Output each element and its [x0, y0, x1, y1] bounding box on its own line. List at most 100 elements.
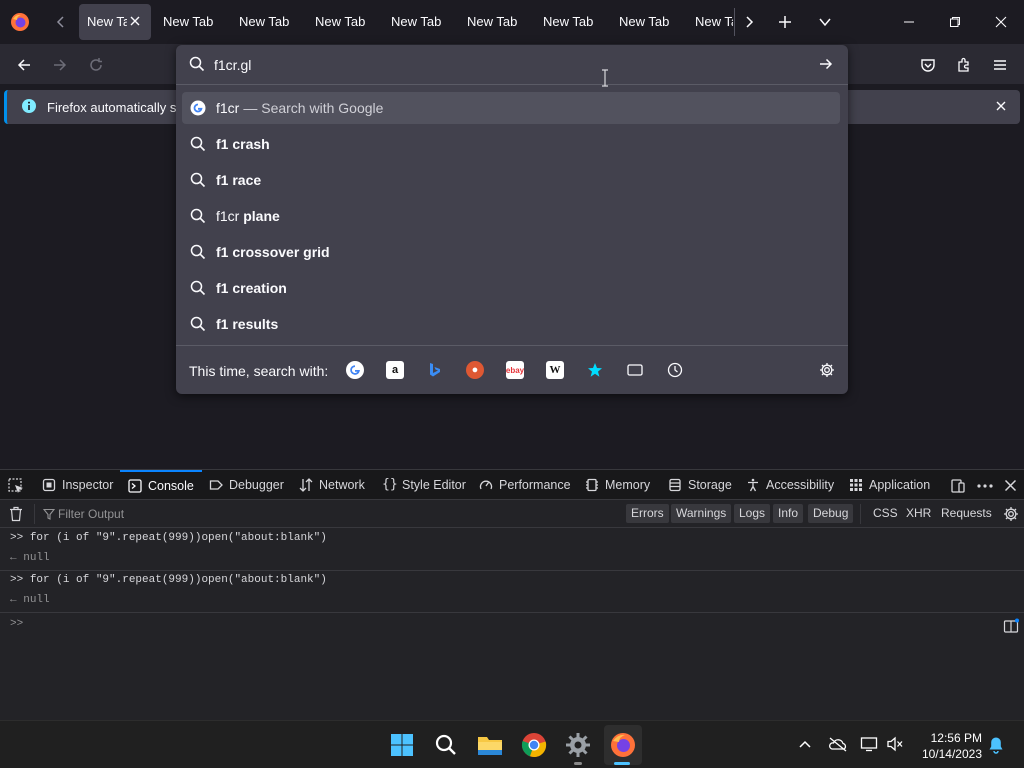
braces-icon: {} [382, 477, 398, 492]
new-tab-icon[interactable] [774, 11, 796, 33]
suggestion-row[interactable]: f1 results [182, 308, 840, 340]
tab-inspector[interactable]: Inspector [42, 470, 113, 500]
close-window-icon[interactable] [978, 8, 1024, 36]
tab-divider [734, 8, 735, 36]
notification-bell-icon[interactable] [988, 736, 1004, 754]
filter-errors-button[interactable]: Errors [626, 504, 669, 523]
bing-icon[interactable] [426, 361, 444, 379]
tab[interactable]: New Tab [459, 4, 535, 40]
close-devtools-icon[interactable] [1004, 479, 1017, 492]
suggestion-row[interactable]: f1 crossover grid [182, 236, 840, 268]
restore-icon[interactable] [932, 8, 978, 36]
tab-debugger[interactable]: Debugger [209, 470, 284, 500]
tab[interactable]: New Tab [383, 4, 459, 40]
editor-mode-icon[interactable] [1003, 618, 1019, 634]
console-command-input[interactable]: >> [10, 618, 950, 638]
tab-style-editor[interactable]: {} Style Editor [382, 470, 466, 500]
tab-label: New Tab [87, 14, 127, 29]
tab-accessibility[interactable]: Accessibility [746, 470, 834, 500]
tab[interactable]: New Tab [307, 4, 383, 40]
settings-gear-icon[interactable] [564, 731, 592, 759]
accessibility-icon [748, 478, 758, 492]
onedrive-offline-icon[interactable] [828, 736, 848, 752]
tab-network[interactable]: Network [299, 470, 365, 500]
filter-requests-button[interactable]: Requests [936, 504, 997, 523]
search-icon [190, 136, 206, 152]
console-input-line: >> for (i of "9".repeat(999))open("about… [10, 574, 1010, 586]
file-explorer-icon[interactable] [476, 731, 504, 759]
element-picker-icon[interactable] [8, 478, 24, 494]
filter-debug-button[interactable]: Debug [808, 504, 854, 523]
tab-label: Application [869, 478, 931, 492]
firefox-menu-icon[interactable] [10, 12, 30, 32]
amazon-icon[interactable]: a [386, 361, 404, 379]
back-icon[interactable] [12, 53, 36, 77]
search-settings-gear-icon[interactable] [818, 361, 836, 379]
console-toolbar: Filter Output Errors Warnings Logs Info … [0, 500, 1024, 528]
clear-console-trash-icon[interactable] [9, 506, 23, 522]
history-icon[interactable] [666, 361, 684, 379]
taskbar-search-icon[interactable] [432, 731, 460, 759]
tab[interactable]: New Tab [231, 4, 307, 40]
network-icon [299, 478, 313, 492]
suggestion-row[interactable]: f1cr plane [182, 200, 840, 232]
tab-scroll-right-icon[interactable] [738, 11, 760, 33]
debugger-icon [209, 480, 223, 490]
tab-scroll-left-icon[interactable] [50, 11, 72, 33]
close-tab-icon[interactable] [128, 14, 142, 28]
urlbar-input[interactable] [214, 55, 774, 75]
close-notification-icon[interactable] [995, 100, 1007, 112]
console-input-line: >> for (i of "9".repeat(999))open("about… [10, 532, 1010, 544]
filter-info-button[interactable]: Info [773, 504, 804, 523]
filter-css-button[interactable]: CSS [868, 504, 903, 523]
app-menu-icon[interactable] [988, 53, 1012, 77]
firefox-taskbar-icon[interactable] [609, 731, 637, 759]
tab-label: New Tab [239, 14, 290, 29]
tab[interactable]: New Tab [155, 4, 231, 40]
google-icon[interactable] [346, 361, 364, 379]
ebay-icon[interactable]: ebay [506, 361, 524, 379]
console-output-line: ← null [10, 594, 1010, 606]
tab-console[interactable]: Console [120, 470, 202, 500]
wikipedia-icon[interactable]: W [546, 361, 564, 379]
suggestion-row[interactable]: f1 crash [182, 128, 840, 160]
tab[interactable]: New Tab [611, 4, 687, 40]
show-hidden-icons-chevron-icon[interactable] [798, 739, 812, 749]
log-divider [0, 570, 1024, 571]
tab[interactable]: New Tab [687, 4, 733, 40]
tab-performance[interactable]: Performance [479, 470, 571, 500]
search-icon [190, 244, 206, 260]
extensions-icon[interactable] [952, 53, 976, 77]
console-settings-gear-icon[interactable] [1003, 506, 1019, 522]
pocket-icon[interactable] [916, 53, 940, 77]
tab-application[interactable]: Application [849, 470, 930, 500]
filter-logs-button[interactable]: Logs [734, 504, 771, 523]
volume-muted-icon[interactable] [886, 736, 904, 752]
tab-storage[interactable]: Storage [668, 470, 732, 500]
windows-start-icon[interactable] [388, 731, 416, 759]
responsive-design-icon[interactable] [950, 478, 966, 494]
clock-date[interactable]: 10/14/2023 [918, 747, 982, 761]
minimize-icon[interactable] [886, 8, 932, 36]
suggestion-row[interactable]: f1 race [182, 164, 840, 196]
network-monitor-icon[interactable] [860, 736, 878, 752]
tab[interactable]: New Tab [535, 4, 611, 40]
heuristic-result[interactable]: f1cr — Search with Google [182, 92, 840, 124]
filter-xhr-button[interactable]: XHR [901, 504, 936, 523]
go-arrow-icon[interactable] [818, 56, 834, 72]
suggestion-row[interactable]: f1 creation [182, 272, 840, 304]
chrome-icon[interactable] [520, 731, 548, 759]
clock-time[interactable]: 12:56 PM [926, 731, 982, 745]
running-indicator [574, 762, 582, 765]
reload-icon[interactable] [84, 53, 108, 77]
filter-output-input[interactable]: Filter Output [58, 507, 124, 521]
tab-memory[interactable]: Memory [585, 470, 650, 500]
duckduckgo-icon[interactable]: ● [466, 361, 484, 379]
suggestion-bold: results [232, 316, 279, 332]
more-options-icon[interactable] [976, 478, 994, 494]
bookmarks-icon[interactable] [586, 361, 604, 379]
list-all-tabs-icon[interactable] [814, 11, 836, 33]
tabs-icon[interactable] [626, 361, 644, 379]
oneoff-label: This time, search with: [189, 363, 329, 379]
filter-warnings-button[interactable]: Warnings [671, 504, 732, 523]
